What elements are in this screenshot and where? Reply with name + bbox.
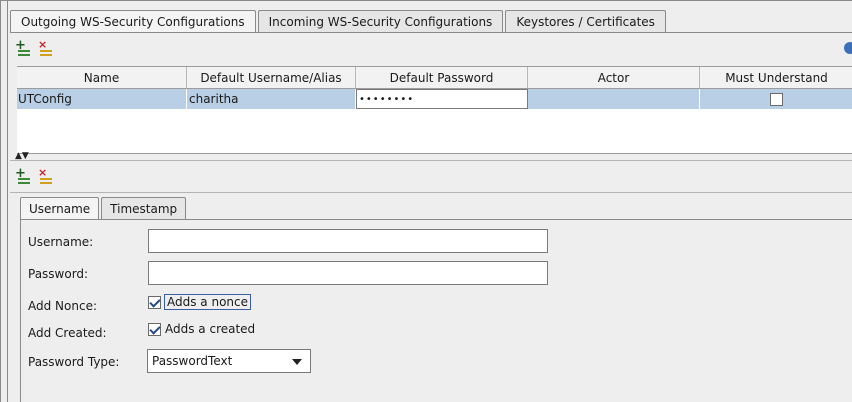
add-nonce-text[interactable]: Adds a nonce	[164, 294, 251, 310]
password-label: Password:	[28, 267, 89, 281]
info-circle-icon[interactable]	[844, 42, 852, 54]
tab-keystores-certificates[interactable]: Keystores / Certificates	[505, 10, 666, 32]
column-header-actor[interactable]: Actor	[528, 67, 700, 88]
add-entry-icon[interactable]: +	[15, 167, 31, 186]
add-created-label: Add Created:	[28, 326, 107, 340]
entry-tabs: Username Timestamp	[20, 197, 188, 220]
password-type-select[interactable]: PasswordText	[147, 349, 311, 373]
add-created-option[interactable]: Adds a created	[148, 322, 255, 336]
tab-timestamp[interactable]: Timestamp	[101, 197, 187, 219]
entry-toolbar: + ×	[15, 167, 53, 186]
password-type-value: PasswordText	[152, 354, 233, 368]
remove-entry-icon[interactable]: ×	[37, 167, 53, 186]
remove-config-icon[interactable]: ×	[37, 39, 53, 58]
add-config-icon[interactable]: +	[15, 39, 31, 58]
add-nonce-checkbox[interactable]	[148, 295, 161, 309]
tab-divider	[10, 32, 852, 33]
table-empty-area	[17, 109, 852, 154]
column-header-password[interactable]: Default Password	[356, 67, 528, 88]
password-input[interactable]	[148, 261, 548, 285]
column-header-must-understand[interactable]: Must Understand	[700, 67, 852, 88]
add-created-text[interactable]: Adds a created	[165, 322, 255, 336]
entry-tab-divider	[20, 219, 852, 220]
splitter-arrows-icon[interactable]: ▲▼	[15, 152, 29, 161]
must-understand-checkbox[interactable]	[769, 92, 783, 106]
config-table: Name Default Username/Alias Default Pass…	[17, 66, 852, 154]
chevron-down-icon[interactable]	[292, 359, 302, 365]
cell-name[interactable]: UTConfig	[17, 89, 187, 109]
table-header: Name Default Username/Alias Default Pass…	[17, 67, 852, 89]
column-header-name[interactable]: Name	[17, 67, 187, 88]
column-header-username[interactable]: Default Username/Alias	[187, 67, 356, 88]
tab-incoming-ws-security[interactable]: Incoming WS-Security Configurations	[257, 10, 504, 32]
entry-panel-border	[20, 219, 21, 402]
add-nonce-label: Add Nonce:	[28, 299, 97, 313]
entry-divider	[10, 192, 852, 193]
username-label: Username:	[28, 235, 94, 249]
cell-username[interactable]: charitha	[187, 89, 356, 109]
ws-security-panel: Outgoing WS-Security Configurations Inco…	[0, 0, 852, 402]
tab-username[interactable]: Username	[20, 197, 100, 220]
tab-outgoing-ws-security[interactable]: Outgoing WS-Security Configurations	[10, 10, 256, 33]
cell-password[interactable]: ••••••••	[356, 89, 528, 109]
username-input[interactable]	[148, 229, 548, 253]
split-divider	[10, 160, 852, 161]
cell-actor[interactable]	[528, 89, 700, 109]
add-created-checkbox[interactable]	[148, 322, 161, 336]
panel-left-border	[7, 1, 8, 402]
table-row[interactable]: UTConfig charitha ••••••••	[17, 89, 852, 109]
config-toolbar: + ×	[15, 39, 53, 58]
config-tabs: Outgoing WS-Security Configurations Inco…	[10, 10, 668, 33]
cell-must-understand[interactable]	[700, 89, 852, 109]
add-nonce-option[interactable]: Adds a nonce	[148, 294, 251, 310]
password-type-label: Password Type:	[28, 355, 120, 369]
